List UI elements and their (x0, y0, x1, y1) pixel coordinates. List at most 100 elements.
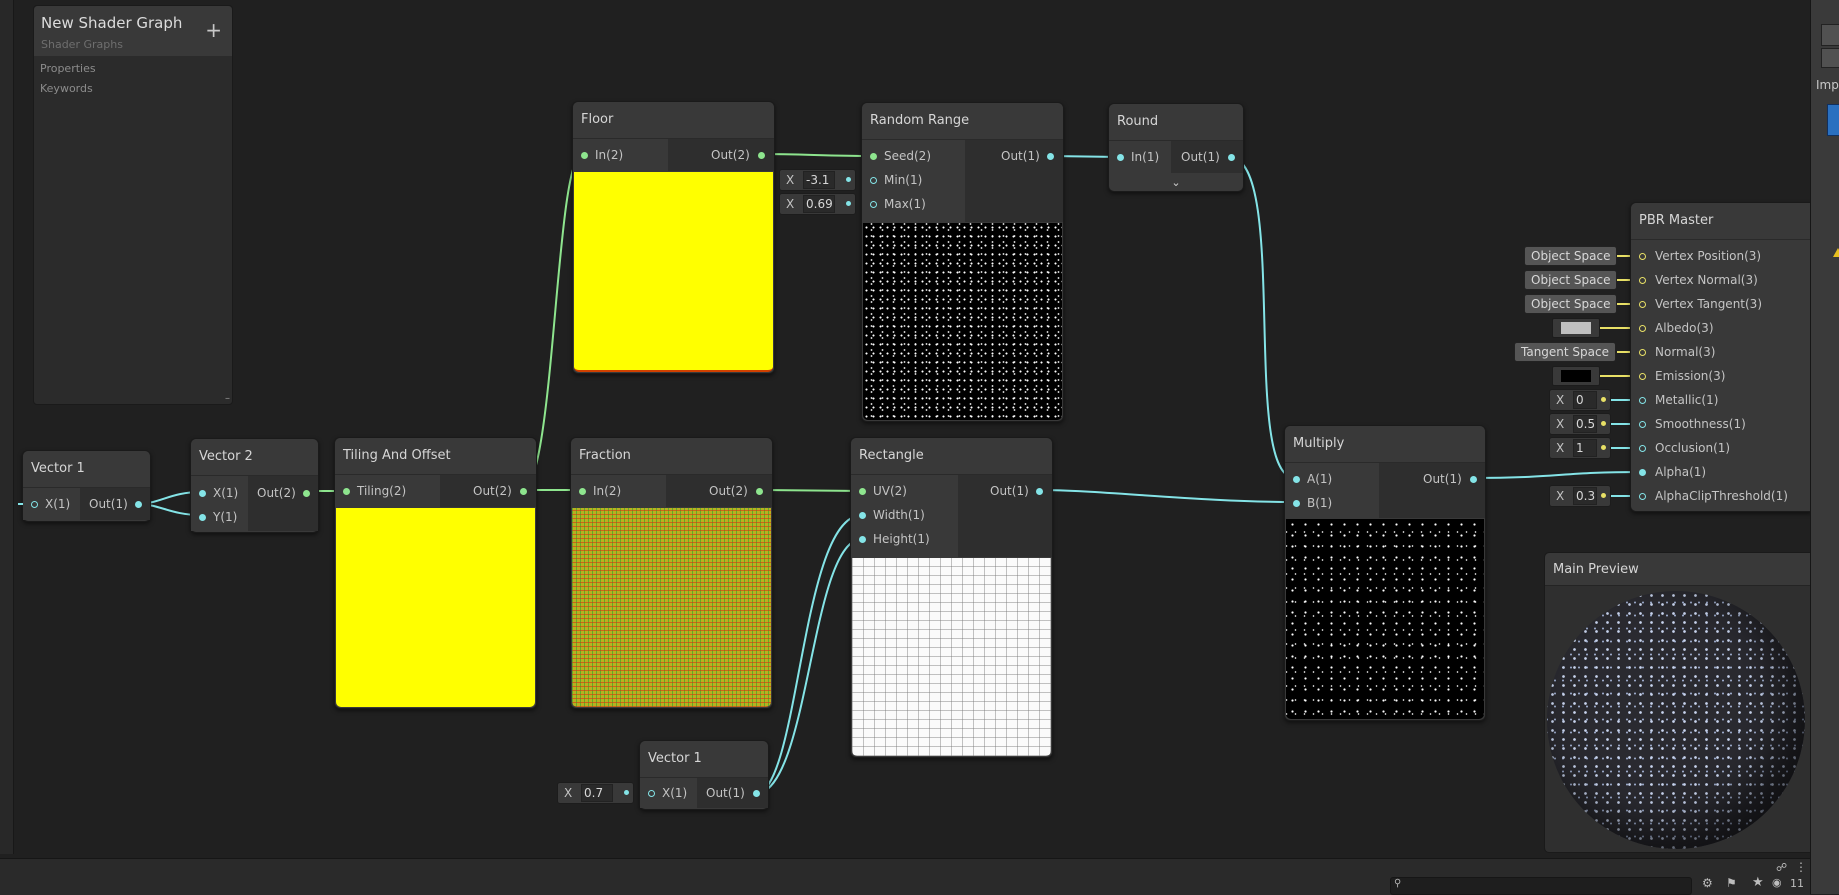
port-in[interactable] (581, 152, 588, 159)
inspector-field[interactable] (1821, 48, 1839, 68)
port-out[interactable] (520, 488, 527, 495)
node-round[interactable]: Round In(1) Out(1) ⌄ (1108, 103, 1244, 192)
node-preview-noise (1286, 519, 1484, 719)
node-rectangle[interactable]: Rectangle UV(2) Width(1) Height(1) Out(1… (850, 437, 1053, 758)
add-property-button[interactable]: + (205, 20, 222, 40)
port-seed-in[interactable] (870, 153, 877, 160)
node-vector1-b[interactable]: Vector 1 X(1) Out(1) (639, 740, 769, 810)
metallic-field[interactable]: X 0 (1549, 389, 1611, 411)
vertex-tangent-space-field[interactable]: Object Space (1524, 294, 1618, 314)
port-tiling-in[interactable] (343, 488, 350, 495)
vertex-normal-space-field[interactable]: Object Space (1524, 270, 1618, 290)
tag-icon[interactable]: ⚑ (1726, 876, 1737, 890)
labels-icon[interactable]: ⚙ (1702, 876, 1713, 890)
port-out[interactable] (758, 152, 765, 159)
port-out[interactable] (753, 790, 760, 797)
x-value-input[interactable]: 0.7 (581, 784, 613, 802)
occlusion-input[interactable]: 1 (1573, 439, 1597, 457)
port-label: Vertex Normal(3) (1655, 273, 1758, 287)
port-normal[interactable] (1639, 349, 1646, 356)
preview-sphere[interactable] (1547, 591, 1805, 849)
port-out[interactable] (1047, 153, 1054, 160)
node-title-bar: Round (1109, 104, 1243, 141)
x-value-field[interactable]: X 0.7 (557, 782, 634, 804)
port-label: Out(1) (706, 786, 745, 800)
lock-icon[interactable]: ☍ (1776, 861, 1787, 874)
node-title: Fraction (579, 448, 631, 463)
node-pbr-master[interactable]: PBR Master Vertex Position(3) Vertex Nor… (1630, 202, 1811, 512)
node-vector2[interactable]: Vector 2 X(1) Y(1) Out(2) (190, 438, 319, 533)
port-smoothness[interactable] (1639, 421, 1646, 428)
port-min-in[interactable] (870, 177, 877, 184)
node-title: Random Range (870, 113, 970, 128)
port-a-in[interactable] (1293, 476, 1300, 483)
star-icon[interactable]: ★ (1752, 875, 1764, 890)
resize-handle[interactable]: – (225, 393, 230, 404)
albedo-color-swatch[interactable] (1552, 318, 1600, 338)
port-out[interactable] (1470, 476, 1477, 483)
port-vertex-tangent[interactable] (1639, 301, 1646, 308)
vertex-position-space-field[interactable]: Object Space (1524, 246, 1618, 266)
port-max-in[interactable] (870, 201, 877, 208)
port-label: Metallic(1) (1655, 393, 1719, 407)
node-vector1-a[interactable]: Vector 1 X(1) Out(1) (22, 450, 151, 522)
port-out[interactable] (1036, 488, 1043, 495)
port-emission[interactable] (1639, 373, 1646, 380)
port-height-in[interactable] (859, 536, 866, 543)
node-preview-yellow (336, 508, 535, 707)
node-fraction[interactable]: Fraction In(2) Out(2) (570, 437, 773, 709)
kebab-menu-icon[interactable]: ⋮ (1795, 860, 1807, 874)
normal-space-field[interactable]: Tangent Space (1514, 342, 1616, 362)
port-out[interactable] (303, 490, 310, 497)
section-properties[interactable]: Properties (40, 62, 96, 75)
port-label: X(1) (662, 786, 688, 800)
port-b-in[interactable] (1293, 500, 1300, 507)
node-title-bar: Vector 2 (191, 439, 318, 476)
port-out[interactable] (135, 501, 142, 508)
port-metallic[interactable] (1639, 397, 1646, 404)
port-vertex-normal[interactable] (1639, 277, 1646, 284)
port-albedo[interactable] (1639, 325, 1646, 332)
port-x-in[interactable] (31, 501, 38, 508)
search-input[interactable]: ⚲ (1390, 877, 1692, 895)
emission-color-swatch[interactable] (1552, 366, 1600, 386)
port-occlusion[interactable] (1639, 445, 1646, 452)
occlusion-field[interactable]: X 1 (1549, 437, 1611, 459)
node-random-range[interactable]: Random Range Seed(2) Min(1) Max(1) Out(1… (861, 102, 1064, 422)
min-value-input[interactable]: -3.1 (803, 171, 835, 189)
main-preview-panel[interactable]: Main Preview (1544, 552, 1811, 853)
node-multiply[interactable]: Multiply A(1) B(1) Out(1) (1284, 425, 1486, 721)
smoothness-input[interactable]: 0.5 (1573, 415, 1597, 433)
inspector-strip[interactable]: Impo (1810, 0, 1839, 894)
port-in[interactable] (1117, 154, 1124, 161)
alpha-clip-input[interactable]: 0.3 (1573, 487, 1597, 505)
min-field[interactable]: X -3.1 (779, 169, 856, 191)
max-value-input[interactable]: 0.69 (803, 195, 835, 213)
port-width-in[interactable] (859, 512, 866, 519)
metallic-input[interactable]: 0 (1573, 391, 1597, 409)
port-out[interactable] (756, 488, 763, 495)
node-ports: Vertex Position(3) Vertex Normal(3) Vert… (1631, 240, 1811, 511)
port-vertex-position[interactable] (1639, 253, 1646, 260)
field-connector-dot (624, 790, 629, 795)
section-keywords[interactable]: Keywords (40, 82, 93, 95)
inspector-field[interactable] (1821, 24, 1839, 46)
port-uv-in[interactable] (859, 488, 866, 495)
max-field[interactable]: X 0.69 (779, 193, 856, 215)
node-title-bar: Random Range (862, 103, 1063, 140)
smoothness-field[interactable]: X 0.5 (1549, 413, 1611, 435)
edge-stub (18, 503, 23, 505)
alpha-clip-field[interactable]: X 0.3 (1549, 485, 1611, 507)
port-alpha[interactable] (1639, 469, 1646, 476)
blackboard-panel[interactable]: New Shader Graph Shader Graphs + Propert… (33, 5, 233, 405)
expand-chevron-icon[interactable]: ⌄ (1109, 175, 1243, 190)
port-y-in[interactable] (199, 514, 206, 521)
visibility-icon[interactable]: ◉ (1772, 876, 1782, 889)
port-in[interactable] (579, 488, 586, 495)
node-tiling-offset[interactable]: Tiling And Offset Tiling(2) Out(2) (334, 437, 537, 709)
port-out[interactable] (1228, 154, 1235, 161)
node-floor[interactable]: Floor In(2) Out(2) (572, 101, 775, 374)
port-x-in[interactable] (648, 790, 655, 797)
port-alpha-clip[interactable] (1639, 493, 1646, 500)
port-x-in[interactable] (199, 490, 206, 497)
